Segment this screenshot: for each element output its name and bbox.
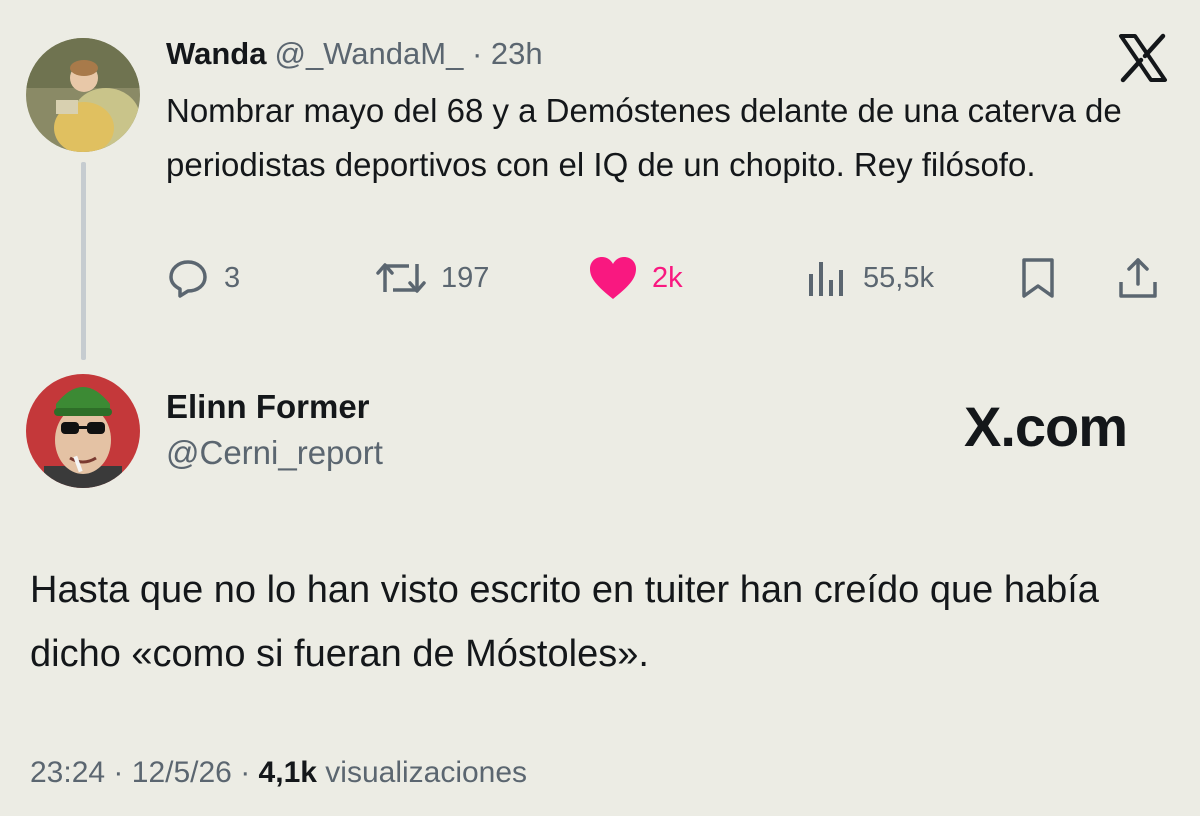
repost-button[interactable]: 197 [375,255,489,301]
heart-icon [590,257,636,299]
elinn-avatar[interactable] [26,374,140,488]
bookmark-icon [1022,258,1054,298]
view-count: 55,5k [863,261,934,294]
quoted-author-name[interactable]: Wanda [166,36,266,71]
views-button[interactable]: 55,5k [805,255,934,301]
share-button[interactable] [1116,255,1160,301]
quoted-author-handle[interactable]: @_WandaM_ [274,36,463,71]
meta-separator: · [113,756,124,789]
site-label: X.com [964,395,1128,458]
share-icon [1119,258,1157,298]
like-button[interactable]: 2k [588,255,683,301]
reply-icon [169,260,207,298]
reply-post-text: Hasta que no lo han visto escrito en tui… [30,569,1099,675]
meta-separator: · [471,36,483,71]
quoted-author-line: Wanda @_WandaM_ · 23h [166,36,543,72]
reply-author-name[interactable]: Elinn Former [166,388,370,426]
views-label: visualizaciones [325,756,528,789]
repost-count: 197 [441,261,490,294]
reply-count: 3 [224,261,241,294]
x-logo-icon[interactable] [1115,30,1171,86]
bookmark-button[interactable] [1016,255,1060,301]
post-date[interactable]: 12/5/26 [132,756,232,789]
repost-icon [376,263,426,293]
quoted-time[interactable]: 23h [491,36,543,71]
wanda-avatar[interactable] [26,38,140,152]
post-meta: 23:24 · 12/5/26 · 4,1k visualizaciones [30,756,527,790]
like-count: 2k [652,261,683,294]
reply-author-handle[interactable]: @Cerni_report [166,434,383,472]
meta-separator: · [240,756,251,789]
quoted-post-text: Nombrar mayo del 68 y a Demóstenes delan… [166,92,1122,183]
reply-button[interactable]: 3 [166,255,240,301]
views-icon [809,262,843,296]
thread-line [81,162,86,360]
post-time[interactable]: 23:24 [30,756,105,789]
views-count: 4,1k [258,756,317,789]
